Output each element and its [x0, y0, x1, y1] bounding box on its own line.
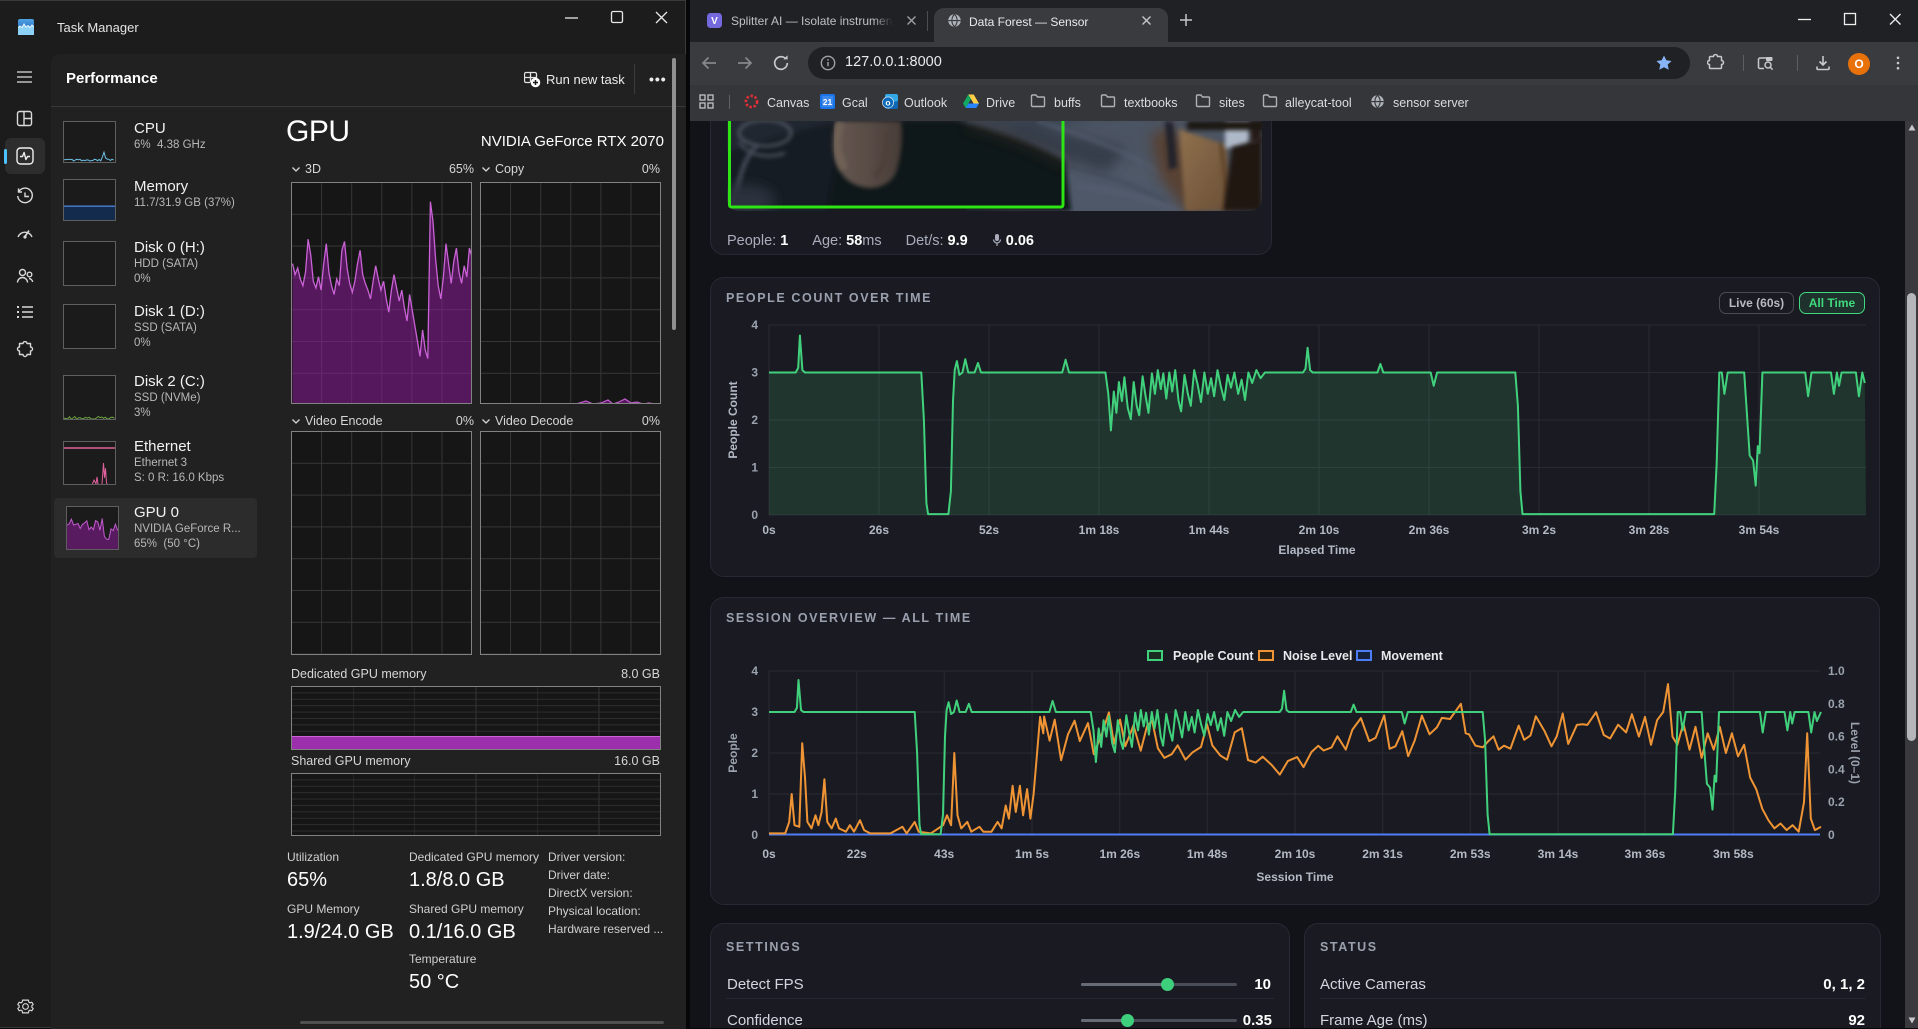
svg-text:3m 28s: 3m 28s — [1629, 523, 1670, 537]
svg-text:43s: 43s — [934, 847, 954, 861]
svg-text:0s: 0s — [762, 523, 776, 537]
svg-text:3: 3 — [751, 366, 758, 380]
svg-text:1: 1 — [751, 787, 758, 801]
svg-text:2m 10s: 2m 10s — [1275, 847, 1316, 861]
svg-text:4: 4 — [751, 318, 758, 332]
svg-text:1.0: 1.0 — [1828, 664, 1845, 678]
svg-text:2: 2 — [751, 746, 758, 760]
svg-text:22s: 22s — [847, 847, 867, 861]
svg-text:4: 4 — [751, 664, 758, 678]
svg-text:o: o — [885, 98, 890, 108]
svg-text:2m 10s: 2m 10s — [1299, 523, 1340, 537]
svg-text:0: 0 — [751, 508, 758, 522]
svg-text:0.6: 0.6 — [1828, 730, 1845, 744]
svg-text:Level (0–1): Level (0–1) — [1848, 722, 1862, 784]
svg-text:0: 0 — [751, 828, 758, 842]
svg-text:2: 2 — [751, 413, 758, 427]
svg-text:0s: 0s — [762, 847, 776, 861]
svg-text:3m 2s: 3m 2s — [1522, 523, 1556, 537]
svg-text:0.4: 0.4 — [1828, 762, 1845, 776]
svg-text:People: People — [726, 733, 740, 773]
svg-text:26s: 26s — [869, 523, 889, 537]
svg-text:1: 1 — [751, 461, 758, 475]
svg-text:1m 48s: 1m 48s — [1187, 847, 1228, 861]
svg-text:0.8: 0.8 — [1828, 697, 1845, 711]
svg-text:2m 31s: 2m 31s — [1362, 847, 1403, 861]
svg-text:0.2: 0.2 — [1828, 795, 1845, 809]
svg-text:2m 53s: 2m 53s — [1450, 847, 1491, 861]
svg-text:1m 18s: 1m 18s — [1079, 523, 1120, 537]
svg-text:Elapsed Time: Elapsed Time — [1278, 543, 1355, 557]
svg-text:3m 54s: 3m 54s — [1739, 523, 1780, 537]
svg-text:21: 21 — [823, 97, 833, 107]
svg-text:1m 5s: 1m 5s — [1015, 847, 1049, 861]
svg-text:3m 58s: 3m 58s — [1713, 847, 1754, 861]
svg-text:V: V — [711, 16, 718, 27]
svg-text:2m 36s: 2m 36s — [1409, 523, 1450, 537]
svg-text:People Count: People Count — [726, 381, 740, 458]
svg-text:Session Time: Session Time — [1256, 870, 1333, 884]
svg-text:52s: 52s — [979, 523, 999, 537]
svg-text:3: 3 — [751, 705, 758, 719]
svg-text:0: 0 — [1828, 828, 1835, 842]
svg-text:3m 36s: 3m 36s — [1625, 847, 1666, 861]
svg-text:1m 44s: 1m 44s — [1189, 523, 1230, 537]
svg-text:3m 14s: 3m 14s — [1538, 847, 1579, 861]
svg-text:1m 26s: 1m 26s — [1099, 847, 1140, 861]
